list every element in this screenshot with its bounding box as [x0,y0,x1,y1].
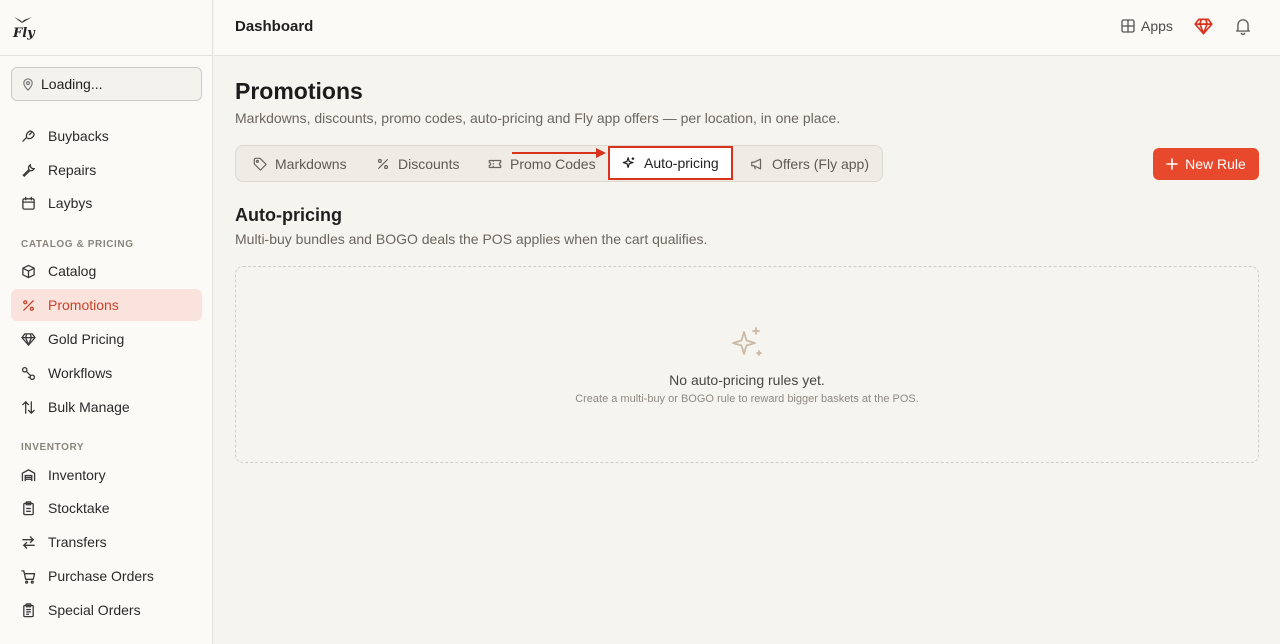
sidebar-item-bulk-manage[interactable]: Bulk Manage [11,391,202,423]
tab-label: Offers (Fly app) [772,155,869,172]
box-icon [22,264,35,278]
sidebar-item-promotions[interactable]: Promotions [11,289,202,321]
sidebar-item-label: Bulk Manage [48,399,130,415]
section-label-inventory: INVENTORY [21,442,85,453]
bell-icon [1236,19,1250,35]
megaphone-icon [751,158,762,169]
ticket-icon [488,159,502,168]
sidebar-item-label: Special Orders [48,602,141,618]
plus-icon [1166,158,1178,170]
tag-icon [253,157,267,171]
tab-label: Markdowns [275,155,347,172]
empty-state: No auto-pricing rules yet. Create a mult… [235,266,1259,463]
sidebar-item-label: Repairs [48,162,97,178]
location-selector[interactable]: Loading... [11,67,202,101]
tab-label: Auto-pricing [644,155,719,171]
sidebar-item-label: Laybys [48,195,93,211]
warehouse-icon [21,468,36,481]
sidebar-item-inventory[interactable]: Inventory [11,459,202,491]
sidebar-item-transfers[interactable]: Transfers [11,526,202,558]
sidebar-item-label: Workflows [48,365,113,381]
sidebar-item-label: Promotions [48,297,119,313]
grid-icon [1121,19,1135,33]
sidebar-item-catalog[interactable]: Catalog [11,255,202,287]
sidebar-item-label: Inventory [48,467,106,483]
sidebar-item-workflows[interactable]: Workflows [11,357,202,389]
tab-markdowns[interactable]: Markdowns [253,146,347,181]
sparkles-icon [622,157,635,168]
apps-label: Apps [1141,18,1173,34]
wrench-icon [22,163,36,177]
sidebar-item-label: Stocktake [48,500,110,516]
new-rule-label: New Rule [1185,156,1246,172]
sidebar-item-stocktake[interactable]: Stocktake [11,492,202,524]
sidebar-item-label: Transfers [48,534,107,550]
topbar-title: Dashboard [235,18,314,35]
notifications-button[interactable] [1234,17,1252,35]
calendar-icon [22,196,35,210]
cart-icon [21,569,36,584]
workflow-icon [21,366,36,380]
clipboard-icon [23,500,34,515]
page-subtitle: Markdowns, discounts, promo codes, auto-… [235,110,841,126]
tab-label: Discounts [398,155,460,172]
tab-offers-fly-app[interactable]: Offers (Fly app) [750,146,869,181]
sidebar-item-repairs[interactable]: Repairs [11,154,202,186]
page-title: Promotions [235,78,363,104]
buybacks-icon [22,129,35,142]
gem-icon [21,332,36,346]
sidebar-item-label: Catalog [48,263,97,279]
sidebar-item-label: Purchase Orders [48,568,154,584]
ruby-gem-icon [1194,18,1213,35]
sidebar-item-special-orders[interactable]: Special Orders [11,594,202,626]
map-pin-icon [23,77,33,91]
tab-discounts[interactable]: Discounts [376,146,459,181]
sidebar-item-purchase-orders[interactable]: Purchase Orders [11,560,202,592]
apps-button[interactable]: Apps [1121,18,1173,34]
brand: Fly [0,0,212,56]
tab-auto-pricing[interactable]: Auto-pricing [608,146,733,180]
percent-icon [23,299,34,311]
sidebar-item-gold-pricing[interactable]: Gold Pricing [11,323,202,355]
gold-pricing-button[interactable] [1194,17,1213,36]
empty-state-title: No auto-pricing rules yet. [669,372,825,388]
sidebar-item-label: Gold Pricing [48,331,125,347]
section-title: Auto-pricing [235,205,342,225]
annotation-arrow-icon [512,148,606,158]
sidebar-item-buybacks[interactable]: Buybacks [11,120,202,152]
sidebar: Fly Loading... Buybacks Repairs Laybys C… [0,0,213,644]
sidebar-item-label: Buybacks [48,128,109,144]
topbar: Dashboard Apps [214,0,1280,56]
empty-state-description: Create a multi-buy or BOGO rule to rewar… [575,393,919,405]
section-label-catalog-pricing: CATALOG & PRICING [21,239,134,250]
new-rule-button[interactable]: New Rule [1153,148,1259,180]
sort-arrows-icon [22,400,35,414]
percent-icon [377,158,389,169]
location-label: Loading... [41,76,103,92]
sparkles-icon [732,327,762,356]
section-description: Multi-buy bundles and BOGO deals the POS… [235,231,708,247]
sidebar-item-laybys[interactable]: Laybys [11,187,202,219]
transfer-arrows-icon [22,535,35,549]
brand-logo[interactable]: Fly [13,16,35,40]
clipboard-list-icon [23,602,34,617]
brand-name: Fly [13,25,35,41]
